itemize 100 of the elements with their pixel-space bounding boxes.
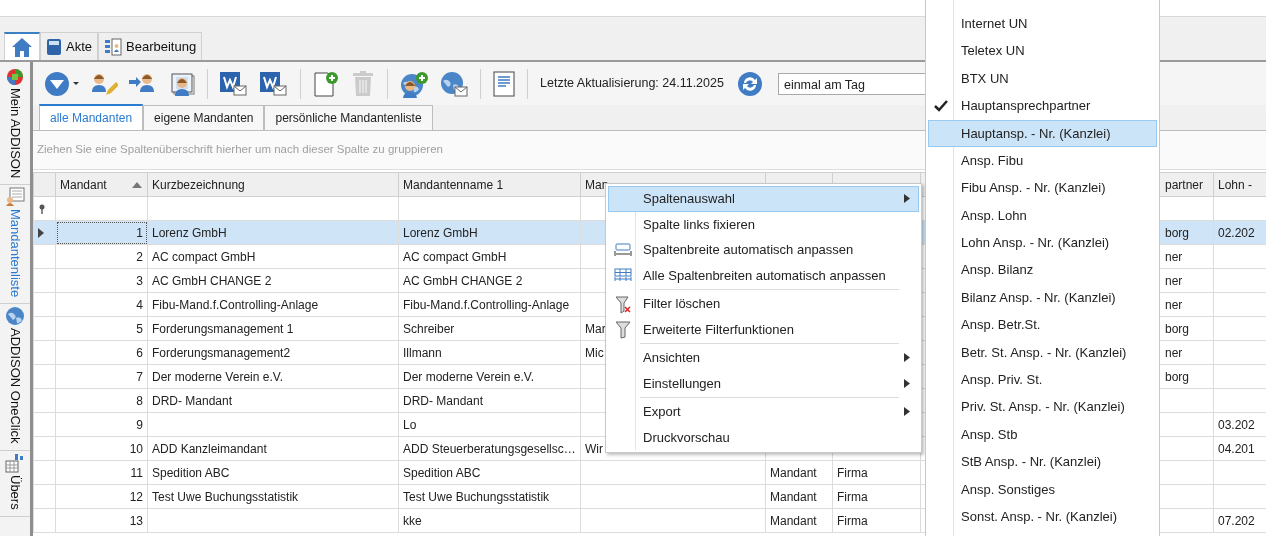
table-cell: AC compact GmbH — [403, 249, 507, 264]
submenu-arrow-icon — [904, 194, 910, 204]
table-cell: ner — [1165, 345, 1183, 360]
table-cell: 10 — [129, 441, 143, 456]
table-cell: ADD Steuerberatungsgesellsc… — [403, 441, 576, 456]
table-cell: 13 — [129, 513, 143, 528]
filter-icon — [615, 319, 631, 340]
menu-item[interactable]: Bilanz Ansp. - Nr. (Kanzlei) — [928, 283, 1157, 312]
ribbon-tab[interactable] — [4, 32, 40, 60]
table-cell: 8 — [136, 393, 143, 408]
menu-item[interactable]: Erweiterte Filterfunktionen — [608, 316, 919, 342]
table-cell: Spedition ABC — [403, 465, 481, 480]
column-width-icon — [614, 242, 632, 257]
menu-item[interactable]: Ansp. Stb — [928, 420, 1157, 449]
submenu-arrow-icon — [904, 378, 910, 388]
document-mail-icon[interactable] — [219, 69, 249, 98]
menu-item[interactable]: Spaltenauswahl — [608, 186, 919, 212]
home-icon — [10, 36, 34, 58]
menu-item[interactable]: Priv. St. Ansp. - Nr. (Kanzlei) — [928, 393, 1157, 421]
table-cell: 1 — [136, 225, 143, 240]
table-cell: Test Uwe Buchungsstatistik — [403, 489, 550, 504]
document-plus-icon[interactable] — [312, 69, 340, 98]
sidebar-tab[interactable]: ADDISON OneClick — [0, 304, 30, 452]
table-cell: Schreiber — [403, 321, 455, 336]
menu-item[interactable]: Teletex UN — [928, 37, 1157, 65]
menu-item[interactable]: Filter löschen — [608, 291, 919, 317]
menu-item[interactable]: Export — [608, 399, 919, 425]
menu-item[interactable]: Ansichten — [608, 345, 919, 371]
menu-item[interactable]: Ansp. Lohn — [928, 201, 1157, 230]
table-cell: 4 — [136, 297, 143, 312]
table-cell: borg — [1165, 225, 1190, 240]
columns-width-icon — [614, 268, 632, 283]
table-cell: 07.202 — [1218, 513, 1255, 528]
table-cell: 6 — [136, 345, 143, 360]
submenu-arrow-icon — [904, 353, 910, 363]
table-cell: Firma — [837, 465, 868, 480]
sidebar-tab[interactable]: Mein ADDISON — [0, 66, 30, 186]
menu-item[interactable]: StB Ansp. - Nr. (Kanzlei) — [928, 448, 1157, 476]
menu-item[interactable]: Ansp. Sonstiges — [928, 475, 1157, 504]
document-mail-icon[interactable] — [259, 69, 289, 98]
table-cell: 3 — [136, 273, 143, 288]
table-cell: Mandant — [770, 489, 817, 504]
menu-item[interactable]: Druckvorschau — [608, 424, 919, 450]
table-cell: Mandant — [770, 465, 817, 480]
table-cell: DRD- Mandant — [152, 393, 233, 408]
table-cell: AC GmbH CHANGE 2 — [403, 273, 523, 288]
menu-item[interactable]: Spalte links fixieren — [608, 211, 919, 237]
table-cell: Mar — [585, 321, 606, 336]
menu-item[interactable]: Betr. St. Ansp. - Nr. (Kanzlei) — [928, 338, 1157, 367]
dropdown-menu-icon[interactable] — [44, 70, 80, 97]
book-icon — [46, 37, 62, 56]
form-person-icon — [104, 37, 122, 56]
table-cell: Der moderne Verein e.V. — [152, 369, 283, 384]
menu-item[interactable]: Hauptansp. - Nr. (Kanzlei) — [928, 119, 1157, 147]
globe-plus-icon[interactable] — [399, 69, 429, 98]
list-person-icon — [5, 187, 25, 208]
table-cell: 11 — [130, 465, 143, 480]
menu-item[interactable]: Ansp. Fibu — [928, 146, 1157, 175]
menu-item[interactable]: Alle Spaltenbreiten automatisch anpassen — [608, 262, 919, 288]
check-icon — [934, 99, 948, 112]
table-cell: 12 — [129, 489, 143, 504]
filter-row-icon — [38, 203, 46, 214]
table-cell: Lorenz GmbH — [152, 225, 227, 240]
ribbon-tab[interactable]: Akte — [40, 32, 98, 60]
menu-item[interactable]: Lohn Ansp. - Nr. (Kanzlei) — [928, 229, 1157, 257]
table-cell: 5 — [136, 321, 143, 336]
portrait-card-icon[interactable] — [170, 70, 196, 97]
menu-item[interactable]: Sonst. Ansp. - Nr. (Kanzlei) — [928, 503, 1157, 531]
table-cell: 02.202 — [1218, 225, 1255, 240]
table-cell: ner — [1165, 273, 1183, 288]
tab[interactable]: persönliche Mandantenliste — [264, 105, 433, 130]
menu-item[interactable]: Einstellungen — [608, 370, 919, 396]
table-cell: Lo — [403, 417, 417, 432]
table-cell: ner — [1165, 297, 1183, 312]
sidebar-tab[interactable]: Mandantenliste — [0, 185, 30, 305]
table-cell: 9 — [136, 417, 143, 432]
table-cell: borg — [1165, 369, 1190, 384]
table-cell: kke — [403, 513, 422, 528]
sidebar-tab[interactable]: Übers — [0, 451, 30, 517]
tab[interactable]: eigene Mandanten — [143, 105, 265, 130]
menu-item[interactable]: Fibu Ansp. - Nr. (Kanzlei) — [928, 174, 1157, 202]
tab[interactable]: alle Mandanten — [39, 104, 144, 130]
menu-item[interactable]: Ansp. Betr.St. — [928, 311, 1157, 339]
table-cell: Der moderne Verein e.V. — [403, 369, 534, 384]
menu-item[interactable]: Ansp. Bilanz — [928, 256, 1157, 284]
current-row-icon — [38, 227, 44, 238]
menu-item[interactable]: Ansp. Priv. St. — [928, 366, 1157, 394]
last-update-label: Letzte Aktualisierung: 24.11.2025 — [540, 75, 724, 93]
menu-item[interactable]: Spaltenbreite automatisch anpassen — [608, 237, 919, 263]
table-cell: Spedition ABC — [152, 465, 230, 480]
refresh-icon[interactable] — [736, 70, 763, 97]
chart-grid-icon — [5, 453, 25, 474]
globe-mail-icon[interactable] — [439, 69, 469, 98]
menu-item[interactable]: Hauptansprechpartner — [928, 92, 1157, 120]
table-cell: Fibu-Mand.f.Controlling-Anlage — [403, 297, 570, 312]
menu-item[interactable]: Internet UN — [928, 10, 1157, 38]
note-icon[interactable] — [492, 69, 516, 98]
globe-icon — [5, 306, 25, 327]
ribbon-tab[interactable]: Bearbeitung — [98, 32, 203, 60]
table-cell: 2 — [136, 249, 143, 264]
